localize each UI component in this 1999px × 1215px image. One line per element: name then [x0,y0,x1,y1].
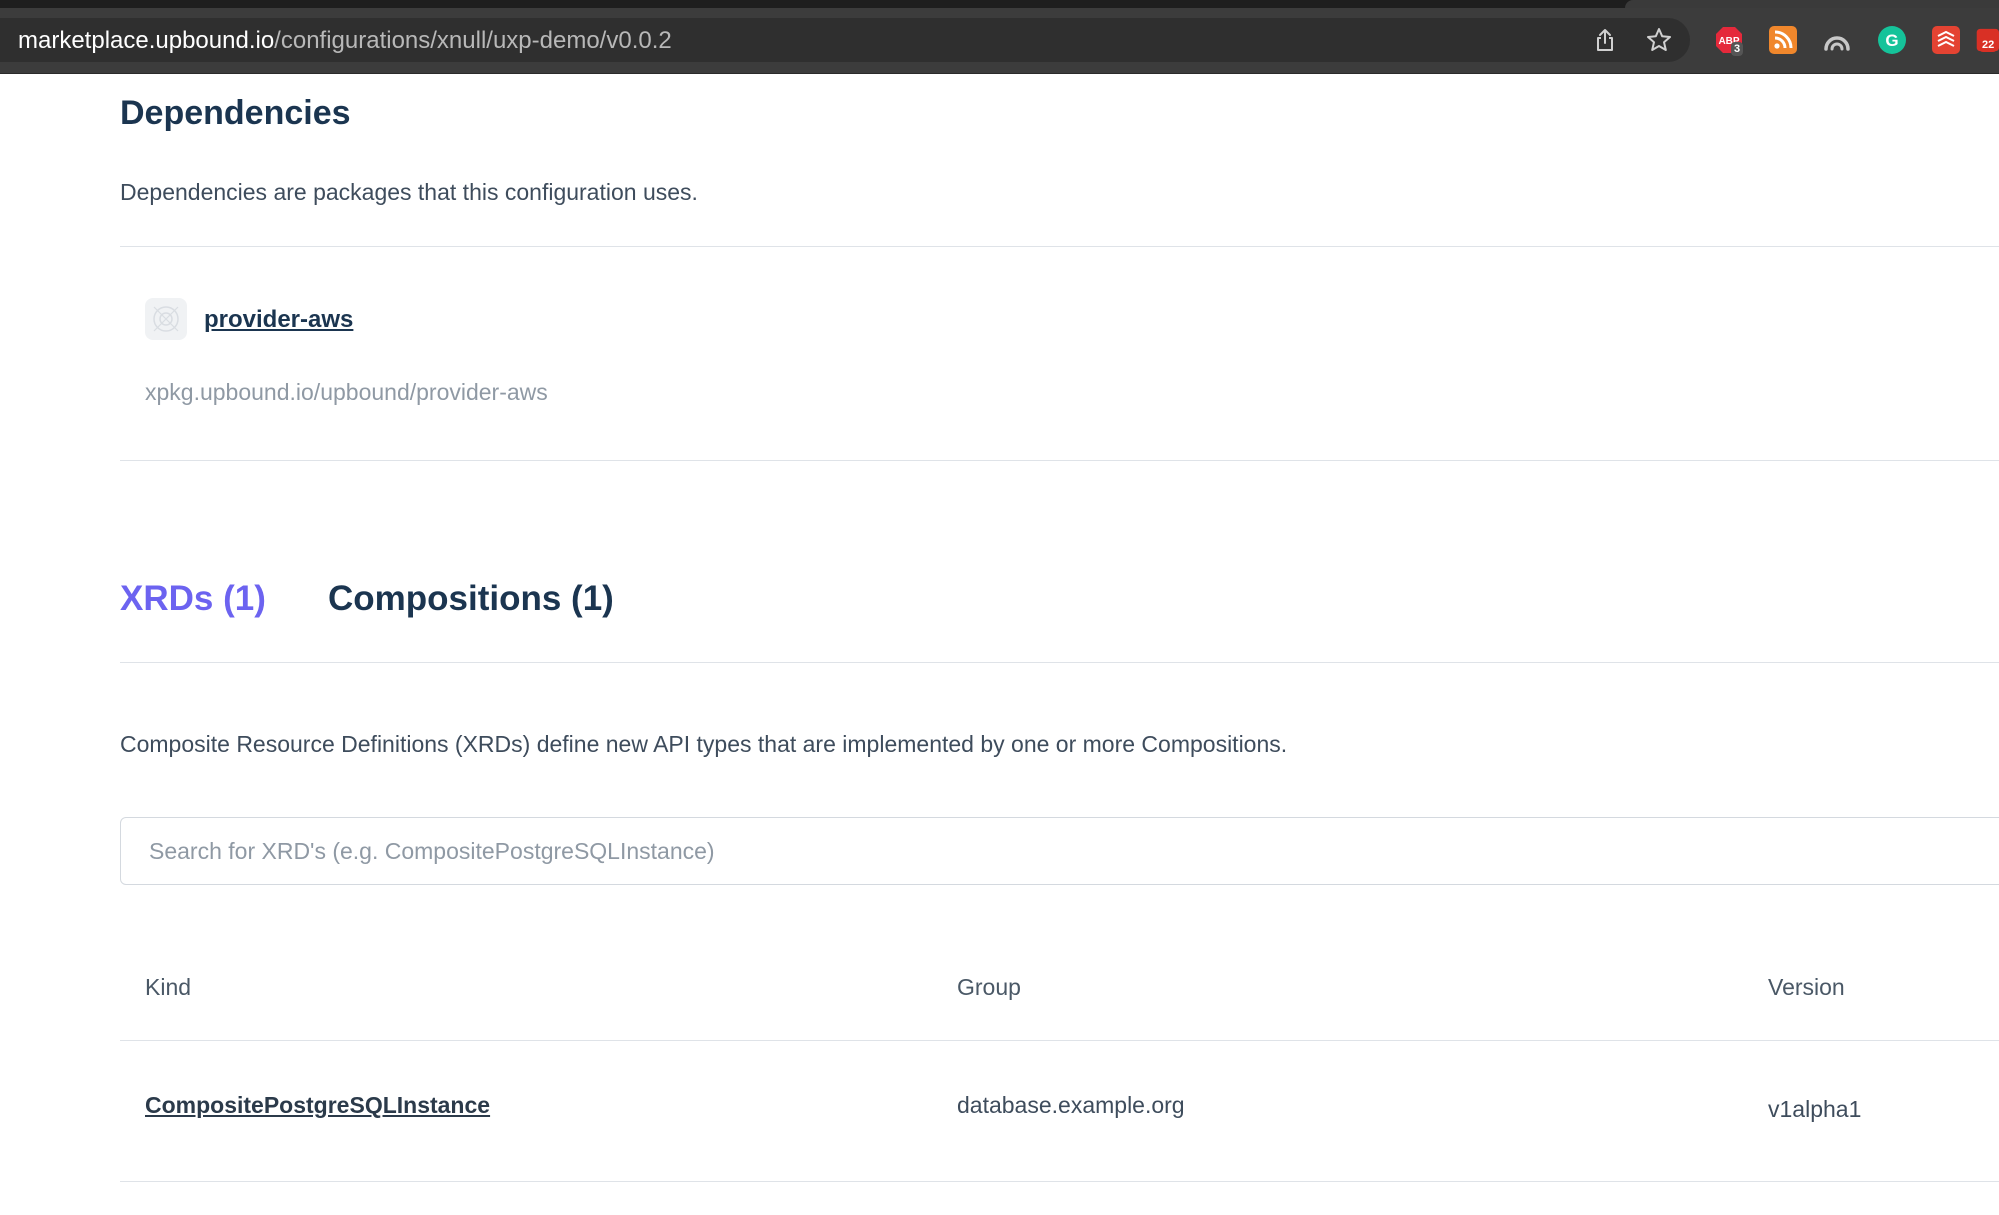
page-content: Dependencies Dependencies are packages t… [0,74,1999,1215]
calendar-badge: 22 [1979,38,1998,52]
divider [120,246,1999,247]
share-icon[interactable] [1589,24,1621,56]
divider [120,1040,1999,1041]
dependency-path: xpkg.upbound.io/upbound/provider-aws [145,379,548,405]
xrd-kind-link[interactable]: CompositePostgreSQLInstance [145,1092,490,1119]
xrd-search-input[interactable] [120,817,1999,885]
tab-compositions[interactable]: Compositions (1) [328,579,614,619]
address-bar[interactable]: marketplace.upbound.io/configurations/xn… [0,18,1690,62]
url-text[interactable]: marketplace.upbound.io/configurations/xn… [18,28,672,54]
url-path: /configurations/xnull/uxp-demo/v0.0.2 [274,27,672,54]
todoist-icon[interactable] [1930,24,1962,56]
xrd-group: database.example.org [957,1092,1185,1118]
column-header-kind: Kind [145,974,192,1000]
xrds-description: Composite Resource Definitions (XRDs) de… [120,731,1288,757]
divider [120,1181,1999,1182]
svg-text:G: G [1885,31,1898,50]
dependency-link[interactable]: provider-aws [204,306,353,334]
divider [120,460,1999,461]
calendar-icon[interactable]: 22 [1975,24,1999,56]
arc-icon[interactable] [1821,24,1853,56]
grammarly-icon[interactable]: G [1876,24,1908,56]
adblock-icon[interactable]: ABP 3 [1713,24,1745,56]
column-header-version: Version [1768,974,1845,1000]
xrd-version: v1alpha1 [1768,1096,1862,1122]
column-header-group: Group [957,974,1021,1000]
url-host: marketplace.upbound.io [18,27,275,54]
browser-toolbar: marketplace.upbound.io/configurations/xn… [0,8,1999,74]
dependencies-heading: Dependencies [120,94,351,132]
dependencies-description: Dependencies are packages that this conf… [120,179,698,205]
package-placeholder-icon [145,298,187,340]
divider [120,662,1999,663]
bookmark-star-icon[interactable] [1643,24,1675,56]
adblock-badge: 3 [1731,42,1744,56]
tab-xrds[interactable]: XRDs (1) [120,579,266,619]
rss-icon[interactable] [1767,24,1799,56]
